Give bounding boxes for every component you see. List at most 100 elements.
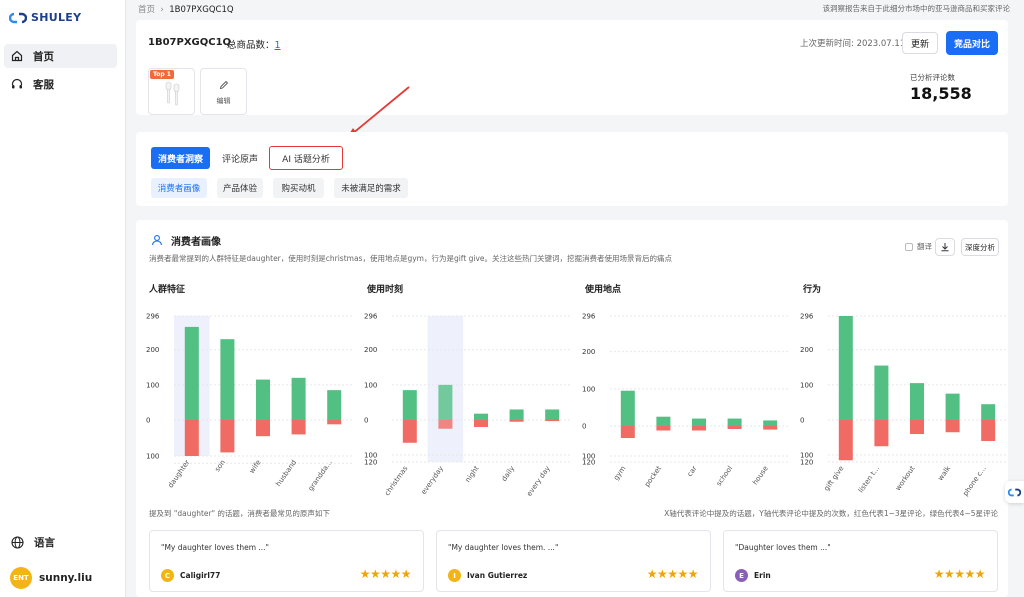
bar-negative[interactable] <box>874 420 889 447</box>
tab-ai-topic-analysis[interactable]: AI 话题分析 <box>269 146 343 170</box>
persona-footer-left: 提及到 "daughter" 的话题，消费者最常见的原声如下 <box>149 509 330 518</box>
bar-negative[interactable] <box>509 420 524 422</box>
edit-label: 编辑 <box>216 97 231 105</box>
y-tick-label: 200 <box>800 346 813 354</box>
persona-footer-right: X轴代表评论中提及的话题，Y轴代表评论中提及的次数，红色代表1~3星评论，绿色代… <box>664 509 998 518</box>
tab-consumer-insight[interactable]: 消费者洞察 <box>151 147 210 169</box>
earbuds-image <box>165 81 180 106</box>
bar-negative[interactable] <box>656 426 671 431</box>
review-quote: "Daughter loves them ..." <box>735 543 831 552</box>
bar-positive[interactable] <box>327 390 342 420</box>
x-tick-label: everyday <box>420 465 445 496</box>
chart-title-time: 使用时刻 <box>367 285 404 295</box>
bar-positive[interactable] <box>291 377 306 420</box>
subtab-persona[interactable]: 消费者画像 <box>151 178 207 198</box>
bar-negative[interactable] <box>692 426 706 431</box>
bar-negative[interactable] <box>545 420 560 422</box>
x-tick-label: wife <box>248 459 263 475</box>
review-count-value: 18,558 <box>910 84 972 103</box>
review-card[interactable]: "My daughter loves them. ..." I Ivan Gut… <box>436 530 711 592</box>
language-selector[interactable]: 语言 <box>4 530 117 554</box>
total-label: 总商品数： <box>227 40 275 51</box>
subtab-product-experience[interactable]: 产品体验 <box>217 178 263 198</box>
bar-negative[interactable] <box>910 420 924 434</box>
bar-negative[interactable] <box>256 420 270 437</box>
chart-time: 2962001000100120christmas everyday night da… <box>364 313 570 498</box>
review-quote: "My daughter loves them. ..." <box>448 543 559 552</box>
avatar: ENT <box>10 567 32 589</box>
y-tick-label: 0 <box>800 417 804 425</box>
bar-negative[interactable] <box>184 420 199 456</box>
download-button[interactable] <box>935 238 955 256</box>
bar-negative[interactable] <box>327 420 342 425</box>
bar-negative[interactable] <box>291 420 306 435</box>
bar-negative[interactable] <box>474 420 488 427</box>
review-card[interactable]: "Daughter loves them ..." E Erin ★★★★★ <box>723 530 998 592</box>
bar-positive[interactable] <box>838 316 853 420</box>
y-tick-label: 120 <box>582 459 595 467</box>
bar-positive[interactable] <box>981 404 996 420</box>
bar-positive[interactable] <box>620 390 635 426</box>
update-button[interactable]: 更新 <box>902 32 938 54</box>
bar-negative[interactable] <box>838 420 853 461</box>
product-asin: 1B07PXGQC1Q <box>148 37 232 48</box>
floating-assistant-button[interactable] <box>1005 481 1024 503</box>
product-thumbnail[interactable]: Top 1 <box>148 68 195 115</box>
bar-positive[interactable] <box>438 384 453 420</box>
nav-item-support[interactable]: 客服 <box>4 72 117 96</box>
total-products: 总商品数：1 <box>227 37 281 51</box>
chart-title-behavior: 行为 <box>803 285 822 295</box>
nav-item-home[interactable]: 首页 <box>4 44 117 68</box>
bar-positive[interactable] <box>220 339 235 420</box>
topbar: 首页 › 1B07PXGQC1Q 该洞察报告来自于此细分市场中的亚马逊商品和买家… <box>126 0 1024 16</box>
bar-positive[interactable] <box>874 365 889 420</box>
user-icon <box>151 235 163 246</box>
rating-stars: ★★★★★ <box>646 567 699 581</box>
logo-icon <box>9 12 27 23</box>
tab-review-voice[interactable]: 评论原声 <box>219 147 261 169</box>
bar-positive[interactable] <box>945 393 960 420</box>
breadcrumb-current: 1B07PXGQC1Q <box>169 5 234 15</box>
bar-positive[interactable] <box>545 409 560 420</box>
bar-negative[interactable] <box>220 420 235 453</box>
bar-positive[interactable] <box>402 390 417 420</box>
deep-analysis-button[interactable]: 深度分析 <box>961 238 999 256</box>
bar-negative[interactable] <box>438 420 453 429</box>
subtab-purchase-motive[interactable]: 购买动机 <box>273 178 324 198</box>
edit-tile[interactable]: 编辑 <box>200 68 247 115</box>
bar-negative[interactable] <box>620 426 635 438</box>
bar-negative[interactable] <box>763 426 778 430</box>
bar-negative[interactable] <box>402 420 417 443</box>
compare-button[interactable]: 竞品对比 <box>946 31 998 55</box>
bar-positive[interactable] <box>727 418 742 426</box>
chart-behavior: 2962001000100120gift give listen t... work… <box>800 313 1006 498</box>
review-quote: "My daughter loves them ..." <box>161 543 270 552</box>
bar-positive[interactable] <box>692 418 706 426</box>
bar-positive[interactable] <box>509 409 524 420</box>
translate-toggle[interactable]: 翻译 <box>905 241 932 252</box>
breadcrumb-home[interactable]: 首页 <box>138 5 155 15</box>
bar-positive[interactable] <box>656 416 671 426</box>
x-tick-label: walk <box>936 464 952 482</box>
bar-positive[interactable] <box>184 326 199 420</box>
bar-positive[interactable] <box>474 413 488 420</box>
subtab-unmet-needs[interactable]: 未被满足的需求 <box>334 178 408 198</box>
user-name: sunny.liu <box>39 572 93 584</box>
translate-checkbox[interactable] <box>905 242 913 251</box>
y-tick-label: 200 <box>582 348 595 356</box>
user-profile[interactable]: ENT sunny.liu <box>4 566 117 590</box>
bar-positive[interactable] <box>256 379 270 420</box>
x-tick-label: school <box>715 465 734 488</box>
bar-negative[interactable] <box>727 426 742 429</box>
bar-negative[interactable] <box>945 420 960 433</box>
logo[interactable]: SHULEY <box>9 11 81 24</box>
bar-positive[interactable] <box>763 420 778 426</box>
nav-home-label: 首页 <box>33 50 54 63</box>
total-value-link[interactable]: 1 <box>275 40 281 51</box>
bar-negative[interactable] <box>981 420 996 441</box>
tabs-card: 消费者洞察 评论原声 AI 话题分析 消费者画像 产品体验 购买动机 未被满足的… <box>136 132 1008 206</box>
persona-title: 消费者画像 <box>171 237 221 248</box>
x-tick-label: christmas <box>383 464 409 497</box>
bar-positive[interactable] <box>910 383 924 420</box>
review-card[interactable]: "My daughter loves them ..." C Caligirl7… <box>149 530 424 592</box>
